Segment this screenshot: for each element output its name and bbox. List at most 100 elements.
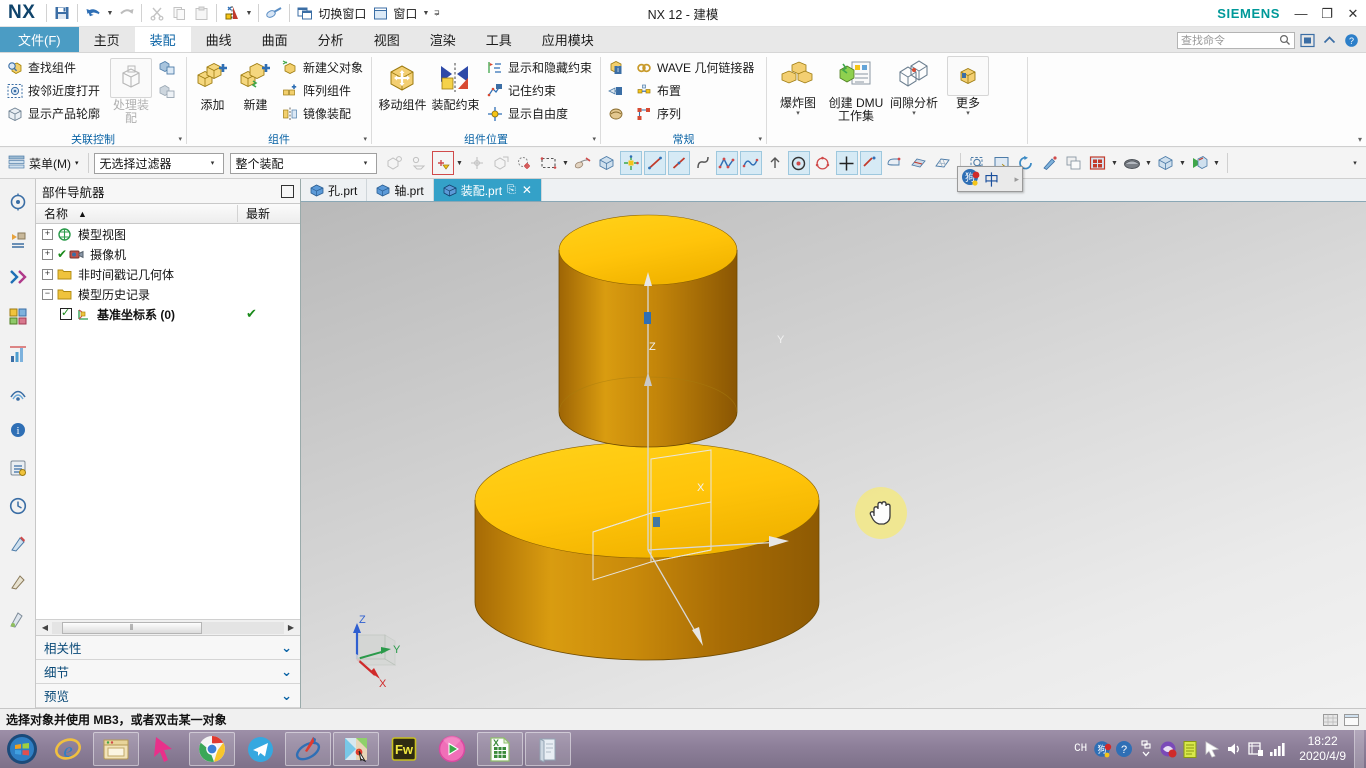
notes-icon[interactable]: [1179, 740, 1201, 759]
component-dialog-launcher[interactable]: ▾: [363, 135, 367, 143]
navigator-tree[interactable]: + 模型视图 + ✔ 摄像机 + 非时间戳记几何体 − 模型历史记录 ✓ 基准坐…: [36, 224, 300, 619]
snap-point-caret[interactable]: ▼: [455, 160, 465, 167]
assembly-cut-button[interactable]: [605, 79, 631, 102]
table-row[interactable]: + 非时间戳记几何体: [36, 264, 300, 284]
help-icon[interactable]: ?: [1341, 30, 1361, 50]
assembly-constraint-button[interactable]: 装配约束: [429, 56, 482, 112]
status-grid-icon[interactable]: [1321, 712, 1339, 727]
status-window-icon[interactable]: [1342, 712, 1360, 727]
add-component-button[interactable]: 添加: [191, 56, 234, 112]
accordion-details[interactable]: 细节 ⌄: [36, 660, 300, 684]
table-row[interactable]: − 模型历史记录: [36, 284, 300, 304]
move-component-button[interactable]: 移动组件: [376, 56, 429, 112]
general-dialog-launcher[interactable]: ▾: [758, 135, 762, 143]
google-chrome-icon[interactable]: [189, 732, 235, 766]
switch-window-label[interactable]: 切换窗口: [316, 2, 369, 24]
tree-item-checkbox[interactable]: [60, 306, 72, 320]
expander-icon[interactable]: +: [42, 248, 53, 260]
remember-constraint-button[interactable]: 记住约束: [484, 79, 596, 102]
notepad-app-icon[interactable]: [525, 732, 571, 766]
copy-icon[interactable]: [168, 2, 190, 24]
tab-surface[interactable]: 曲面: [247, 27, 303, 52]
ime-globe-icon[interactable]: 狗: [961, 168, 980, 190]
line-icon[interactable]: [643, 151, 666, 175]
collapse-ribbon-icon[interactable]: [1319, 30, 1339, 50]
selection-scope-combo[interactable]: 整个装配 ▾: [229, 152, 377, 174]
chevron-down-icon[interactable]: ⌄: [281, 664, 292, 680]
ime-mode-label[interactable]: 中: [984, 169, 999, 190]
more-button[interactable]: 更多 ▾: [941, 54, 995, 118]
face-snap-icon[interactable]: [514, 151, 536, 175]
process-studio-icon[interactable]: i: [3, 413, 33, 447]
point-icon[interactable]: [835, 151, 858, 175]
qat-overflow-caret[interactable]: ⋥: [431, 2, 442, 24]
close-button[interactable]: ✕: [1340, 0, 1366, 27]
tab-curve[interactable]: 曲线: [191, 27, 247, 52]
arc-icon[interactable]: [812, 151, 834, 175]
scroll-left-arrow-icon[interactable]: ◀: [38, 623, 52, 632]
render-style-icon[interactable]: [1121, 151, 1143, 175]
accordion-preview[interactable]: 预览 ⌄: [36, 684, 300, 708]
more-caret[interactable]: ▾: [966, 110, 970, 118]
pointer-icon[interactable]: [1201, 740, 1223, 758]
antivirus-icon[interactable]: [1157, 740, 1179, 759]
document-tab-zhou[interactable]: 轴.prt: [367, 179, 434, 201]
tab-analysis[interactable]: 分析: [303, 27, 359, 52]
tab-file[interactable]: 文件(F): [0, 27, 79, 52]
new-component-button[interactable]: 新建: [234, 56, 277, 112]
volume-icon[interactable]: [1223, 740, 1245, 758]
shaded-style-icon[interactable]: [1087, 151, 1109, 175]
visibility-icon[interactable]: [1189, 151, 1211, 175]
show-hide-constraints-button[interactable]: 显示和隐藏约束: [484, 56, 596, 79]
command-search-box[interactable]: 查找命令: [1177, 31, 1295, 49]
pan-view-icon[interactable]: [1039, 151, 1061, 175]
rectangle-select-caret[interactable]: ▼: [561, 160, 571, 167]
open-by-proximity-button[interactable]: 按邻近度打开: [4, 79, 104, 102]
datum-csys-icon[interactable]: [619, 151, 642, 175]
system-materials-icon[interactable]: [3, 527, 33, 561]
select-face-icon[interactable]: [490, 151, 512, 175]
input-language-indicator[interactable]: CH: [1074, 743, 1087, 755]
exploded-view-button[interactable]: 爆炸图 ▾: [771, 54, 825, 118]
rectangle-select-icon[interactable]: [538, 151, 560, 175]
excel-icon[interactable]: X: [477, 732, 523, 766]
assembly-report-button[interactable]: i: [605, 56, 631, 79]
table-row[interactable]: + 模型视图: [36, 224, 300, 244]
pin-icon[interactable]: [281, 184, 294, 198]
spline-curve-icon[interactable]: [692, 151, 714, 175]
wave-geometry-linker-button[interactable]: WAVE 几何链接器: [633, 56, 758, 79]
web-browser-icon[interactable]: [3, 375, 33, 409]
restore-button[interactable]: ❐: [1314, 0, 1340, 27]
fireworks-icon[interactable]: Fw: [381, 732, 427, 766]
context-control-dialog-launcher[interactable]: ▾: [178, 135, 182, 143]
accordion-dependencies[interactable]: 相关性 ⌄: [36, 636, 300, 660]
help-tray-icon[interactable]: ?: [1113, 740, 1135, 758]
tab-home[interactable]: 主页: [79, 27, 135, 52]
clearance-analysis-caret[interactable]: ▾: [912, 110, 916, 118]
assembly-weld-button[interactable]: [605, 102, 631, 125]
tab-application[interactable]: 应用模块: [527, 27, 609, 52]
find-component-button[interactable]: 查找组件: [4, 56, 104, 79]
orient-view-caret[interactable]: ▼: [1178, 160, 1188, 167]
tab-view[interactable]: 视图: [359, 27, 415, 52]
column-header-name[interactable]: 名称 ▲: [36, 205, 238, 222]
snapshot-icon[interactable]: [3, 603, 33, 637]
extrude-icon[interactable]: [884, 151, 906, 175]
line2-icon[interactable]: [667, 151, 690, 175]
datum-plane-icon[interactable]: [859, 151, 882, 175]
chevron-down-icon[interactable]: ⌄: [281, 688, 292, 704]
eraser-icon[interactable]: [263, 2, 285, 24]
patch-icon[interactable]: [908, 151, 930, 175]
helix-icon[interactable]: [764, 151, 786, 175]
window-dropdown-caret[interactable]: ▼: [420, 2, 431, 24]
redo-icon[interactable]: [115, 2, 137, 24]
show-desktop-button[interactable]: [1354, 730, 1364, 768]
component-position-dialog-launcher[interactable]: ▾: [592, 135, 596, 143]
mesh-surface-icon[interactable]: [932, 151, 954, 175]
scrollbar-thumb[interactable]: ⦀: [62, 621, 202, 634]
ime-expand-arrow-icon[interactable]: ▸: [1014, 174, 1019, 185]
assembly-palette-icon[interactable]: [3, 565, 33, 599]
wave-link-button[interactable]: [156, 79, 182, 102]
mirror-assembly-button[interactable]: 镜像装配: [279, 102, 367, 125]
expander-icon[interactable]: −: [42, 288, 53, 300]
